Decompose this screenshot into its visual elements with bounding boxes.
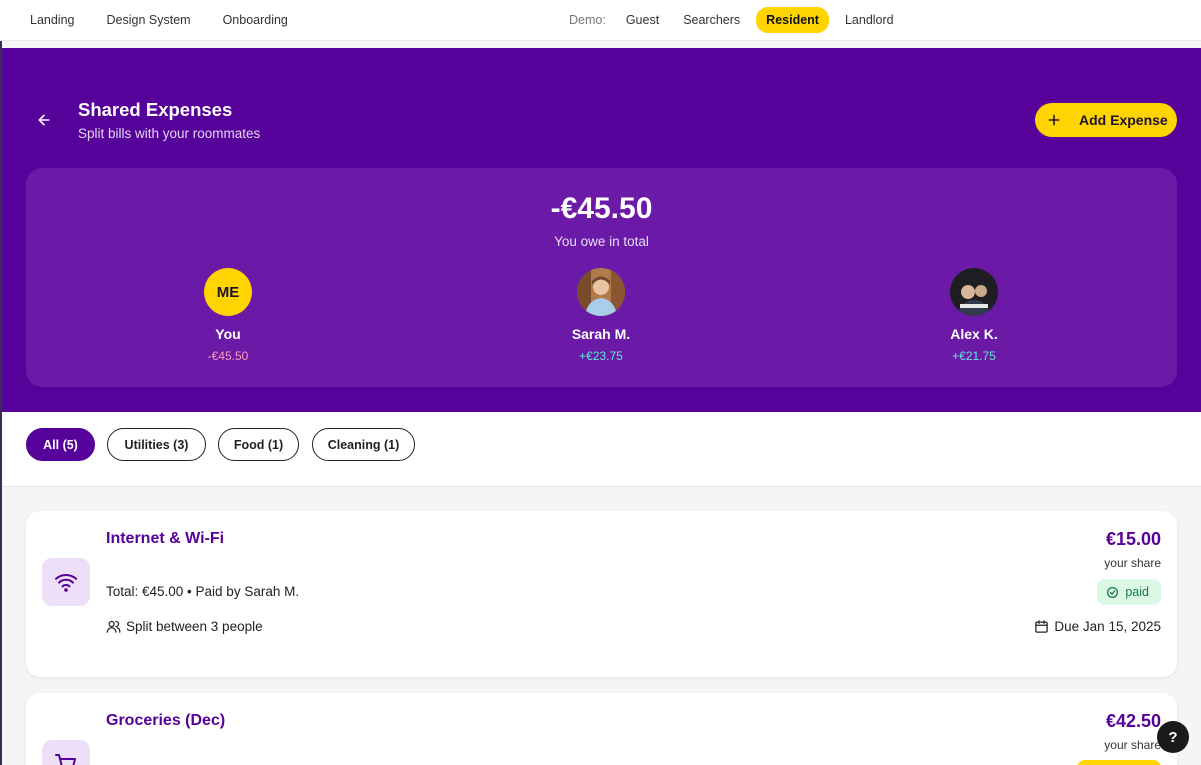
- expense-name: Internet & Wi-Fi: [106, 530, 225, 547]
- plus-icon: [1048, 114, 1060, 126]
- avatar: [950, 268, 998, 316]
- page-title: Shared Expenses: [78, 99, 233, 120]
- calendar-icon: [1035, 620, 1049, 633]
- top-nav: Landing Design System Onboarding Demo: G…: [0, 0, 1201, 41]
- avatar: [577, 268, 625, 316]
- demo-option-searchers[interactable]: Searchers: [675, 7, 748, 33]
- check-circle-icon: [1107, 586, 1119, 598]
- status-badge: [1077, 760, 1161, 765]
- member-name: Alex K.: [950, 326, 998, 342]
- filter-chip-cleaning[interactable]: Cleaning (1): [312, 428, 415, 461]
- wifi-icon: [42, 558, 90, 606]
- add-expense-button[interactable]: Add Expense: [1035, 103, 1177, 137]
- total-balance-label: You owe in total: [554, 234, 649, 249]
- member-name: Sarah M.: [571, 326, 631, 342]
- member-sarah[interactable]: Sarah M. +€23.75: [541, 268, 661, 363]
- balance-summary-card: -€45.50 You owe in total ME You -€45.50 …: [26, 168, 1177, 387]
- arrow-left-icon: [38, 114, 50, 126]
- expense-split: Split between 3 people: [106, 619, 263, 634]
- due-date-label: Due Jan 15, 2025: [1054, 619, 1161, 634]
- users-icon: [106, 620, 121, 633]
- help-button[interactable]: ?: [1157, 721, 1189, 753]
- share-label: your share: [1104, 738, 1161, 752]
- cart-icon: [42, 740, 90, 765]
- demo-label: Demo:: [569, 13, 606, 27]
- page-subtitle: Split bills with your roommates: [78, 126, 261, 141]
- status-badge: paid: [1097, 579, 1161, 605]
- nav-link-design-system[interactable]: Design System: [91, 13, 207, 27]
- avatar: ME: [204, 268, 252, 316]
- expense-amount: €42.50: [1105, 711, 1161, 731]
- status-label: paid: [1125, 585, 1149, 599]
- share-label: your share: [1104, 556, 1161, 570]
- expense-meta: Total: €45.00 • Paid by Sarah M.: [106, 584, 300, 599]
- due-date: Due Jan 15, 2025: [1034, 619, 1161, 634]
- expense-card-internet[interactable]: Internet & Wi-Fi Total: €45.00 • Paid by…: [26, 511, 1177, 677]
- member-balance: -€45.50: [207, 349, 249, 363]
- demo-option-guest[interactable]: Guest: [618, 7, 667, 33]
- nav-link-landing[interactable]: Landing: [14, 13, 91, 27]
- demo-option-resident[interactable]: Resident: [756, 7, 829, 33]
- back-button[interactable]: [32, 108, 56, 132]
- member-you[interactable]: ME You -€45.50: [168, 268, 288, 363]
- member-alex[interactable]: Alex K. +€21.75: [914, 268, 1034, 363]
- expense-card-groceries[interactable]: Groceries (Dec) €42.50 your share: [26, 693, 1177, 765]
- member-balance: +€21.75: [952, 349, 996, 363]
- add-expense-label: Add Expense: [1079, 112, 1168, 128]
- filter-chip-food[interactable]: Food (1): [218, 428, 299, 461]
- demo-switcher: Demo: Guest Searchers Resident Landlord: [561, 0, 906, 40]
- total-balance: -€45.50: [550, 192, 653, 225]
- expense-split-label: Split between 3 people: [126, 619, 263, 634]
- expense-amount: €15.00: [1105, 529, 1161, 549]
- nav-link-onboarding[interactable]: Onboarding: [207, 13, 304, 27]
- filter-bar: All (5) Utilities (3) Food (1) Cleaning …: [2, 412, 1201, 487]
- filter-chip-utilities[interactable]: Utilities (3): [107, 428, 206, 461]
- filter-chip-all[interactable]: All (5): [26, 428, 95, 461]
- member-balance: +€23.75: [579, 349, 623, 363]
- top-nav-links: Landing Design System Onboarding: [14, 13, 304, 27]
- expense-name: Groceries (Dec): [106, 712, 226, 729]
- member-name: You: [215, 326, 241, 342]
- demo-option-landlord[interactable]: Landlord: [837, 7, 902, 33]
